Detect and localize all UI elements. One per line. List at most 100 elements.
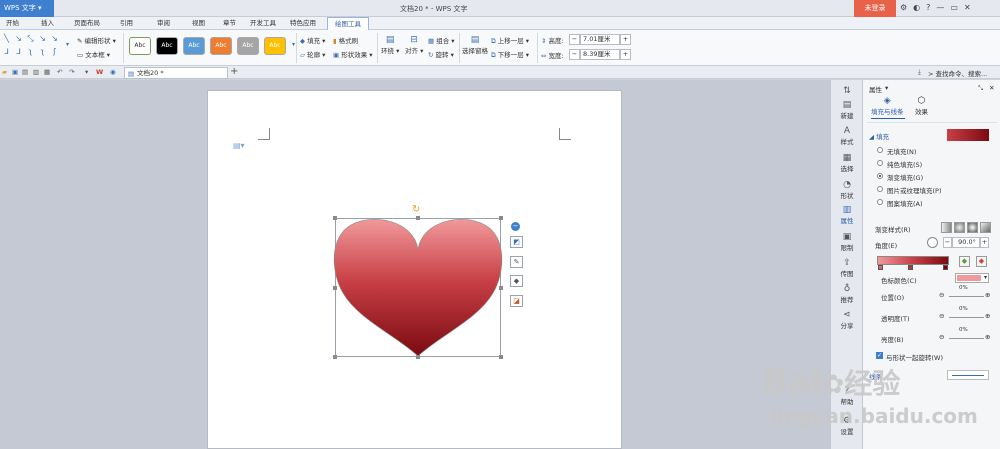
gradient-style-radial[interactable] (954, 222, 965, 233)
resize-handle[interactable] (499, 216, 503, 220)
elbow-line-icon[interactable]: ᒧ (2, 47, 11, 56)
tab-developer[interactable]: 开发工具 (243, 17, 283, 30)
tab-section[interactable]: 章节 (216, 17, 243, 30)
app-menu-button[interactable]: WPS 文字 ▾ (0, 0, 54, 17)
layout-float-button[interactable]: ◪ (510, 295, 523, 307)
radio-solid-fill[interactable] (877, 160, 883, 166)
brightness-increment-button[interactable]: ⊕ (985, 333, 990, 341)
style-swatch-white[interactable]: Abc (129, 37, 151, 55)
fill-button[interactable]: ◆ 填充 ▾ (300, 35, 325, 45)
outline-button[interactable]: ▱ 轮廓 ▾ (300, 49, 325, 59)
radio-gradient-fill[interactable] (877, 173, 883, 179)
gradient-style-linear[interactable] (941, 222, 952, 233)
undo-icon[interactable]: ↶ (57, 68, 62, 76)
resize-handle[interactable] (333, 355, 337, 359)
tab-drawing-tools[interactable]: 绘图工具 (327, 17, 369, 30)
shape-style-float-button[interactable]: ◩ (510, 236, 523, 248)
wrap-button[interactable]: ▤ 环绕 ▾ (381, 35, 399, 55)
format-brush-button[interactable]: ▮ 格式刷 (333, 35, 358, 45)
resize-handle[interactable] (333, 216, 337, 220)
select-pane-button[interactable]: ▤ 选择窗格 (462, 35, 488, 55)
cloud-icon[interactable]: ◉ (110, 68, 116, 76)
resize-handle[interactable] (499, 286, 503, 290)
style-swatch-orange[interactable]: Abc (210, 37, 232, 55)
style-swatch-gray[interactable]: Abc (237, 37, 259, 55)
sidebar-item-upload[interactable]: ⇪ 传图 (831, 258, 863, 278)
bring-forward-button[interactable]: ⧉ 上移一层 ▾ (491, 35, 529, 46)
height-increment-button[interactable]: + (620, 34, 631, 45)
curve-icon[interactable]: ʅ (26, 47, 35, 56)
style-swatch-gold[interactable]: Abc (264, 37, 286, 55)
position-slider-track[interactable] (949, 296, 984, 297)
brightness-decrement-button[interactable]: ⊖ (939, 333, 944, 341)
elbow-connector-icon[interactable]: ↘ (38, 34, 47, 43)
rotate-with-shape-checkbox[interactable]: ✓ (876, 352, 883, 359)
resize-handle[interactable] (416, 355, 420, 359)
open-folder-icon[interactable]: ▰ (2, 68, 7, 76)
panel-pin-icon[interactable]: ⤡ (978, 84, 983, 93)
document-tab[interactable]: ▤ 文档20 * (124, 67, 228, 79)
shape-effect-button[interactable]: ▣ 形状效果 ▾ (333, 49, 373, 59)
angle-decrement-button[interactable]: − (943, 237, 952, 248)
tab-layout[interactable]: 页面布局 (67, 17, 107, 30)
panel-close-icon[interactable]: ✕ (989, 84, 994, 92)
width-decrement-button[interactable]: − (569, 49, 580, 60)
arrow-shape-icon[interactable]: ↘ (14, 34, 23, 43)
style-swatch-black[interactable]: Abc (156, 37, 178, 55)
resize-handle[interactable] (416, 216, 420, 220)
width-increment-button[interactable]: + (620, 49, 631, 60)
login-button[interactable]: 未登录 (854, 0, 896, 17)
sidebar-item-shape[interactable]: ◔ 形状 (831, 180, 863, 200)
tab-view[interactable]: 视图 (185, 17, 212, 30)
gradient-style-rect[interactable] (967, 222, 978, 233)
toolbar-top-icon[interactable]: ⇅ (831, 86, 863, 96)
sidebar-item-select[interactable]: ▦ 选择 (831, 153, 863, 173)
position-increment-button[interactable]: ⊕ (985, 291, 990, 299)
redo-icon[interactable]: ↷ (69, 68, 74, 76)
tab-effect[interactable]: ⬡ 效果 (915, 96, 928, 116)
gradient-stop-2[interactable] (908, 265, 913, 270)
sidebar-item-style[interactable]: A 样式 (831, 126, 863, 146)
style-swatch-blue[interactable]: Abc (183, 37, 205, 55)
rotate-handle-icon[interactable]: ↻ (412, 204, 420, 215)
heart-shape[interactable] (333, 215, 503, 360)
elbow-arrow-icon[interactable]: ᒧ (14, 47, 23, 56)
sidebar-item-recommend[interactable]: ♁ 推荐 (831, 284, 863, 304)
command-search[interactable]: > 查找命令、搜索... (928, 68, 987, 78)
close-button[interactable]: ✕ (964, 3, 971, 15)
print-icon[interactable]: ▥ (33, 68, 39, 76)
help-icon[interactable]: ? (926, 3, 930, 15)
angle-dial[interactable] (927, 237, 938, 248)
settings-icon[interactable]: ⚙ (900, 3, 907, 15)
curve-connector-icon[interactable]: ↘ (50, 34, 59, 43)
height-decrement-button[interactable]: − (569, 34, 580, 45)
new-tab-button[interactable]: + (230, 66, 238, 77)
double-arrow-shape-icon[interactable]: ⤡ (26, 34, 35, 43)
save-icon[interactable]: ▣ (12, 68, 18, 76)
angle-input[interactable]: 90.0° (952, 237, 980, 248)
wps-logo-icon[interactable]: W (96, 68, 103, 76)
ribbon-collapse-icon[interactable]: ⤓ (918, 68, 921, 77)
resize-handle[interactable] (499, 355, 503, 359)
fill-float-button[interactable]: ◆ (510, 275, 523, 287)
height-input[interactable]: 7.01厘米 (580, 34, 620, 45)
position-decrement-button[interactable]: ⊖ (939, 291, 944, 299)
sidebar-item-restrict[interactable]: ▣ 限制 (831, 232, 863, 252)
tab-home[interactable]: 开始 (0, 17, 26, 30)
gradient-style-path[interactable] (980, 222, 991, 233)
transparency-increment-button[interactable]: ⊕ (985, 312, 990, 320)
radio-picture-fill[interactable] (877, 186, 883, 192)
minimize-button[interactable]: — (936, 3, 944, 15)
paragraph-options-icon[interactable]: ▤▾ (233, 141, 245, 150)
rotate-button[interactable]: ↻ 旋转 ▾ (428, 49, 454, 59)
sidebar-item-new[interactable]: ▤ 新建 (831, 100, 863, 120)
add-stop-button[interactable]: ◆ (959, 256, 970, 267)
sidebar-item-share[interactable]: ⋖ 分享 (831, 310, 863, 330)
gradient-stop-1[interactable] (878, 265, 883, 270)
customize-dropdown-icon[interactable]: ▾ (85, 68, 88, 76)
freeform-icon[interactable]: ʃ (50, 47, 59, 56)
send-backward-button[interactable]: ⧉ 下移一层 ▾ (491, 49, 529, 60)
collapse-float-button[interactable]: − (511, 222, 520, 231)
gradient-bar[interactable] (877, 256, 949, 265)
radio-pattern-fill[interactable] (877, 199, 883, 205)
